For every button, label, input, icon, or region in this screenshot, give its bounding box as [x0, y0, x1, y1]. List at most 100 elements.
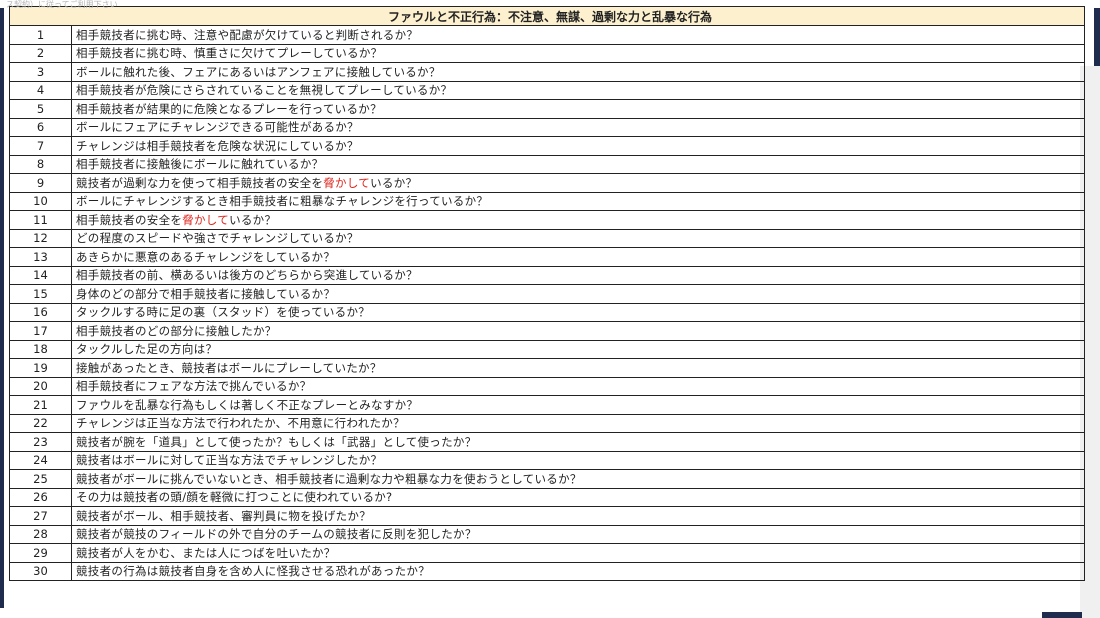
table-row: 14 相手競技者の前、横あるいは後方のどちらから突進しているか？ — [9, 265, 1085, 285]
table-row: 30 競技者の行為は競技者自身を含め人に怪我させる恐れがあったか？ — [9, 561, 1085, 581]
row-number: 14 — [9, 265, 72, 285]
table-row: 20 相手競技者にフェアな方法で挑んでいるか？ — [9, 376, 1085, 396]
row-number: 26 — [9, 487, 72, 507]
row-question: 競技者が過剰な力を使って相手競技者の安全を脅かしているか？ — [71, 173, 1085, 193]
table-title: ファウルと不正行為：不注意、無謀、過剰な力と乱暴な行為 — [9, 6, 1085, 26]
row-number: 6 — [9, 117, 72, 137]
question-text: 相手競技者の安全を — [76, 212, 183, 227]
table-row: 4 相手競技者が危険にさらされていることを無視してプレーしているか？ — [9, 80, 1085, 100]
highlighted-text: 脅かして — [323, 175, 371, 190]
row-question: 接触があったとき、競技者はボールにプレーしていたか？ — [71, 358, 1085, 378]
row-question: ボールにチャレンジするとき相手競技者に粗暴なチャレンジを行っているか？ — [71, 191, 1085, 211]
row-number: 29 — [9, 543, 72, 563]
row-question: ファウルを乱暴な行為もしくは著しく不正なプレーとみなすか？ — [71, 395, 1085, 415]
table-row: 18 タックルした足の方向は？ — [9, 339, 1085, 359]
row-question: 相手競技者の安全を脅かしているか？ — [71, 210, 1085, 230]
row-number: 11 — [9, 210, 72, 230]
highlighted-text: 脅かして — [182, 212, 230, 227]
row-question: 相手競技者が結果的に危険となるプレーを行っているか？ — [71, 99, 1085, 119]
table-row: 23 競技者が腕を「道具」として使ったか？もしくは「武器」として使ったか？ — [9, 432, 1085, 452]
row-question: 競技者が腕を「道具」として使ったか？もしくは「武器」として使ったか？ — [71, 432, 1085, 452]
overlay-caption: ス契約）に従ってご利用下さい — [6, 0, 118, 9]
row-question: チャレンジは正当な方法で行われたか、不用意に行われたか？ — [71, 413, 1085, 433]
row-question: 相手競技者の前、横あるいは後方のどちらから突進しているか？ — [71, 265, 1085, 285]
row-number: 22 — [9, 413, 72, 433]
row-number: 27 — [9, 506, 72, 526]
row-question: タックルする時に足の裏（スタッド）を使っているか？ — [71, 302, 1085, 322]
table-row: 10 ボールにチャレンジするとき相手競技者に粗暴なチャレンジを行っているか？ — [9, 191, 1085, 211]
table-row: 19 接触があったとき、競技者はボールにプレーしていたか？ — [9, 358, 1085, 378]
row-number: 9 — [9, 173, 72, 193]
table-row: 15 身体のどの部分で相手競技者に接触しているか？ — [9, 284, 1085, 304]
table-row: 11 相手競技者の安全を脅かしているか？ — [9, 210, 1085, 230]
table-body: 1 相手競技者に挑む時、注意や配慮が欠けていると判断されるか？ 2 相手競技者に挑む時… — [9, 25, 1085, 581]
row-question: 競技者がボール、相手競技者、審判員に物を投げたか？ — [71, 506, 1085, 526]
row-number: 4 — [9, 80, 72, 100]
question-text: いるか？ — [370, 175, 418, 190]
table-row: 22 チャレンジは正当な方法で行われたか、不用意に行われたか？ — [9, 413, 1085, 433]
row-question: あきらかに悪意のあるチャレンジをしているか？ — [71, 247, 1085, 267]
row-question: タックルした足の方向は？ — [71, 339, 1085, 359]
row-question: どの程度のスピードや強さでチャレンジしているか？ — [71, 228, 1085, 248]
row-number: 2 — [9, 43, 72, 63]
table-row: 3 ボールに触れた後、フェアにあるいはアンフェアに接触しているか？ — [9, 62, 1085, 82]
row-question: 相手競技者に挑む時、注意や配慮が欠けていると判断されるか？ — [71, 25, 1085, 45]
row-number: 23 — [9, 432, 72, 452]
row-number: 1 — [9, 25, 72, 45]
question-text: いるか？ — [229, 212, 277, 227]
table-row: 5 相手競技者が結果的に危険となるプレーを行っているか？ — [9, 99, 1085, 119]
row-question: 身体のどの部分で相手競技者に接触しているか？ — [71, 284, 1085, 304]
row-number: 16 — [9, 302, 72, 322]
row-number: 20 — [9, 376, 72, 396]
table-row: 12 どの程度のスピードや強さでチャレンジしているか？ — [9, 228, 1085, 248]
row-number: 17 — [9, 321, 72, 341]
checklist-table: ファウルと不正行為：不注意、無謀、過剰な力と乱暴な行為 1 相手競技者に挑む時、注… — [9, 6, 1085, 581]
row-question: 相手競技者にフェアな方法で挑んでいるか？ — [71, 376, 1085, 396]
table-row: 2 相手競技者に挑む時、慎重さに欠けてプレーしているか？ — [9, 43, 1085, 63]
row-number: 18 — [9, 339, 72, 359]
row-question: 相手競技者が危険にさらされていることを無視してプレーしているか？ — [71, 80, 1085, 100]
row-number: 25 — [9, 469, 72, 489]
row-question: 競技者が競技のフィールドの外で自分のチームの競技者に反則を犯したか？ — [71, 524, 1085, 544]
row-question: 競技者が人をかむ、または人につばを吐いたか？ — [71, 543, 1085, 563]
question-text: 競技者が過剰な力を使って相手競技者の安全を — [76, 175, 324, 190]
row-question: 競技者がボールに挑んでいないとき、相手競技者に過剰な力や粗暴な力を使おうとしてい… — [71, 469, 1085, 489]
right-frame-bar — [1094, 8, 1100, 66]
row-number: 15 — [9, 284, 72, 304]
table-row: 6 ボールにフェアにチャレンジできる可能性があるか？ — [9, 117, 1085, 137]
bottom-decoration — [1042, 612, 1082, 618]
table-header-row: ファウルと不正行為：不注意、無謀、過剰な力と乱暴な行為 — [9, 6, 1085, 26]
row-question: ボールに触れた後、フェアにあるいはアンフェアに接触しているか？ — [71, 62, 1085, 82]
table-row: 25 競技者がボールに挑んでいないとき、相手競技者に過剰な力や粗暴な力を使おうとし… — [9, 469, 1085, 489]
row-number: 8 — [9, 154, 72, 174]
row-number: 13 — [9, 247, 72, 267]
left-frame-bar — [0, 8, 4, 608]
table-row: 26 その力は競技者の頭/顔を軽微に打つことに使われているか? — [9, 487, 1085, 507]
row-question: チャレンジは相手競技者を危険な状況にしているか？ — [71, 136, 1085, 156]
row-question: ボールにフェアにチャレンジできる可能性があるか？ — [71, 117, 1085, 137]
row-number: 3 — [9, 62, 72, 82]
row-question: 相手競技者のどの部分に接触したか？ — [71, 321, 1085, 341]
row-number: 7 — [9, 136, 72, 156]
row-number: 12 — [9, 228, 72, 248]
row-number: 19 — [9, 358, 72, 378]
table-row: 13 あきらかに悪意のあるチャレンジをしているか？ — [9, 247, 1085, 267]
table-row: 9 競技者が過剰な力を使って相手競技者の安全を脅かしているか？ — [9, 173, 1085, 193]
row-question: その力は競技者の頭/顔を軽微に打つことに使われているか? — [71, 487, 1085, 507]
table-row: 27 競技者がボール、相手競技者、審判員に物を投げたか？ — [9, 506, 1085, 526]
table-row: 7 チャレンジは相手競技者を危険な状況にしているか？ — [9, 136, 1085, 156]
row-number: 30 — [9, 561, 72, 581]
row-question: 競技者の行為は競技者自身を含め人に怪我させる恐れがあったか？ — [71, 561, 1085, 581]
row-number: 5 — [9, 99, 72, 119]
table-row: 28 競技者が競技のフィールドの外で自分のチームの競技者に反則を犯したか？ — [9, 524, 1085, 544]
row-number: 10 — [9, 191, 72, 211]
table-row: 1 相手競技者に挑む時、注意や配慮が欠けていると判断されるか？ — [9, 25, 1085, 45]
row-number: 28 — [9, 524, 72, 544]
row-question: 相手競技者に接触後にボールに触れているか？ — [71, 154, 1085, 174]
row-number: 24 — [9, 450, 72, 470]
table-row: 17 相手競技者のどの部分に接触したか？ — [9, 321, 1085, 341]
table-row: 16 タックルする時に足の裏（スタッド）を使っているか？ — [9, 302, 1085, 322]
row-question: 相手競技者に挑む時、慎重さに欠けてプレーしているか？ — [71, 43, 1085, 63]
table-row: 21 ファウルを乱暴な行為もしくは著しく不正なプレーとみなすか？ — [9, 395, 1085, 415]
table-row: 8 相手競技者に接触後にボールに触れているか？ — [9, 154, 1085, 174]
